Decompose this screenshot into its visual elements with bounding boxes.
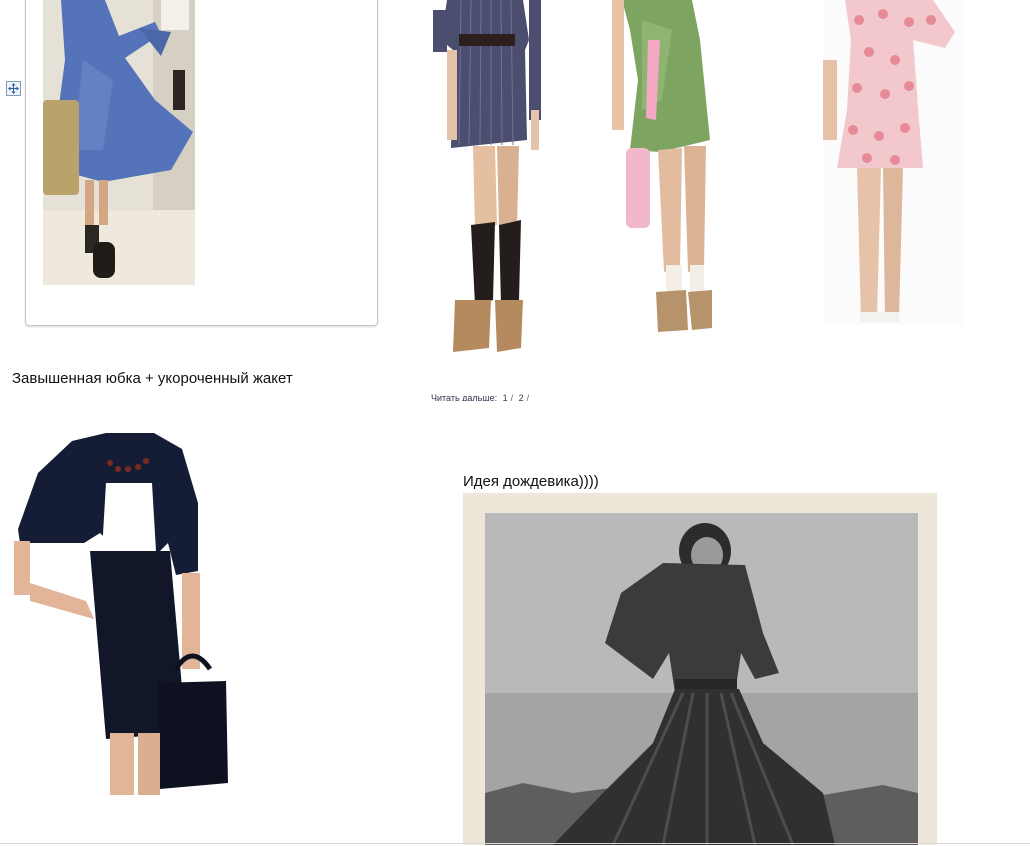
striped-dress-photo xyxy=(433,0,543,360)
page: Завышенная юбка + укороченный жакет Чита… xyxy=(0,0,1030,846)
move-arrows-icon[interactable] xyxy=(6,81,21,96)
green-dress-photo xyxy=(612,0,722,340)
skirt-jacket-caption: Завышенная юбка + укороченный жакет xyxy=(12,370,293,387)
raincoat-vintage-photo xyxy=(463,493,937,845)
page-link-1[interactable]: 1 xyxy=(503,393,508,401)
page-separator: / xyxy=(526,393,530,401)
skirt-jacket-photo xyxy=(14,433,229,795)
read-more-label: Читать дальше: xyxy=(431,393,498,401)
raincoat-idea-caption: Идея дождевика)))) xyxy=(463,473,599,490)
bottom-divider xyxy=(0,843,1030,844)
page-separator: / xyxy=(510,393,514,401)
blue-dress-photo xyxy=(43,0,195,285)
read-more-links: Читать дальше: 1/ 2/ xyxy=(431,391,529,401)
pink-floral-dress-photo xyxy=(823,0,963,325)
page-link-2[interactable]: 2 xyxy=(519,393,524,401)
